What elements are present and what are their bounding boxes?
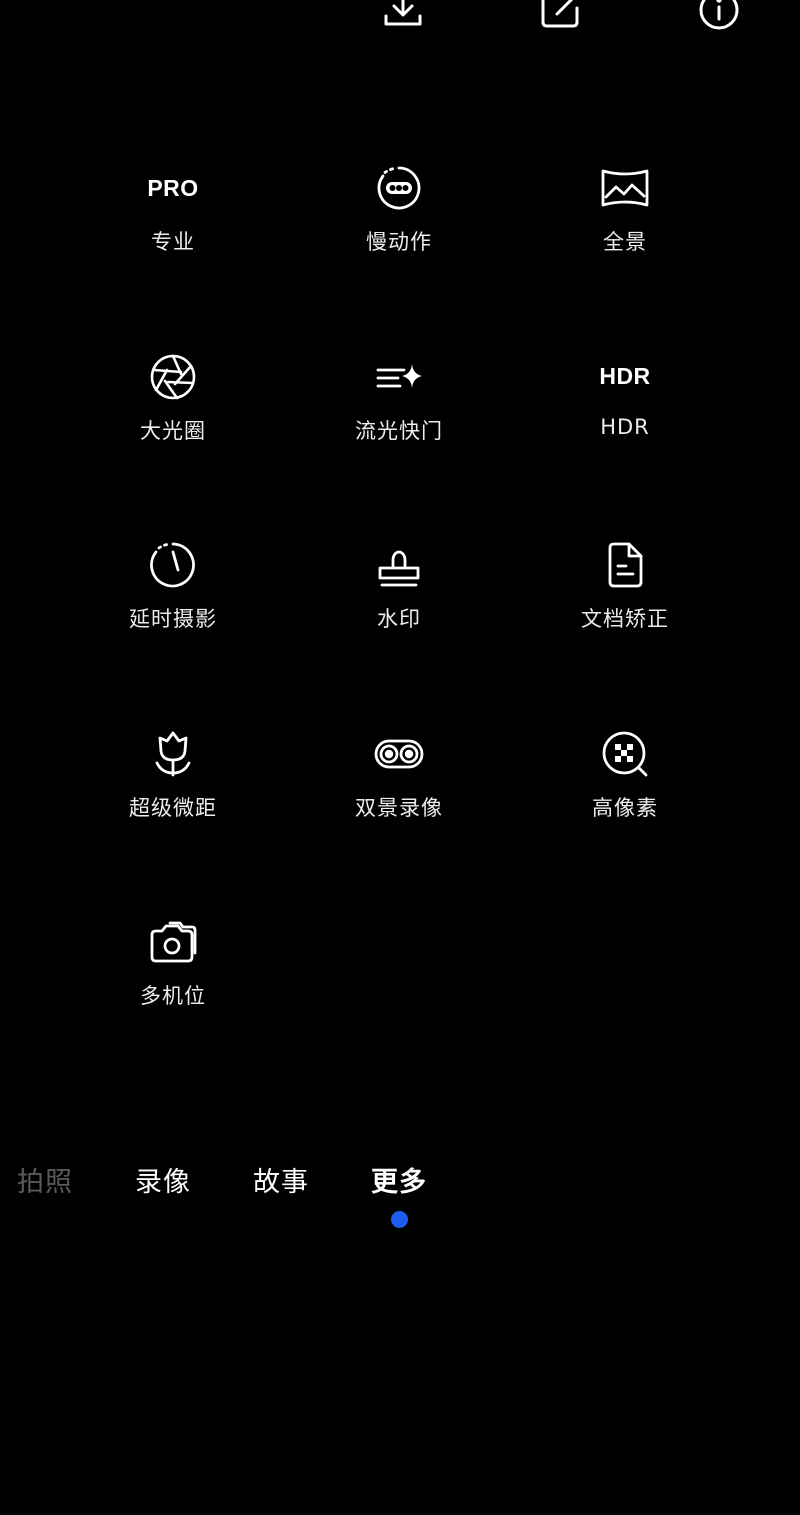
mode-light-trails[interactable]: 流光快门	[286, 349, 512, 538]
mode-label: 专业	[151, 230, 195, 254]
mode-aperture[interactable]: 大光圈	[60, 349, 286, 538]
mode-label: 慢动作	[366, 230, 432, 254]
mode-label: 全景	[603, 230, 647, 254]
info-button[interactable]	[695, 0, 743, 36]
active-tab-indicator	[391, 1211, 408, 1228]
stamp-icon	[371, 537, 427, 593]
tab-story[interactable]: 故事	[253, 1160, 309, 1199]
mode-panorama[interactable]: 全景	[512, 160, 738, 349]
aperture-icon	[145, 349, 201, 405]
mode-macro[interactable]: 超级微距	[60, 726, 286, 915]
tab-more[interactable]: 更多	[371, 1160, 427, 1199]
hdr-icon-text: HDR	[599, 363, 651, 389]
document-icon	[597, 537, 653, 593]
mode-label: 大光圈	[140, 418, 206, 443]
dual-view-icon	[371, 726, 427, 782]
mode-grid: PRO 专业 慢动作 全景 大光圈 流光快门 HDR HDR 延时摄影 水印 文…	[60, 160, 740, 1103]
mode-label: 水印	[377, 607, 421, 631]
mode-slow-motion[interactable]: 慢动作	[286, 160, 512, 349]
hdr-text-icon: HDR	[597, 349, 653, 405]
mode-pro[interactable]: PRO 专业	[60, 160, 286, 349]
mode-document[interactable]: 文档矫正	[512, 537, 738, 726]
edit-button[interactable]	[537, 0, 585, 36]
tab-video[interactable]: 录像	[135, 1160, 191, 1199]
mode-timelapse[interactable]: 延时摄影	[60, 537, 286, 726]
high-res-icon	[597, 726, 653, 782]
mode-label: 流光快门	[355, 418, 443, 443]
mode-label: 超级微距	[129, 795, 217, 820]
top-action-bar	[0, 0, 800, 36]
mode-multi-camera[interactable]: 多机位	[60, 914, 286, 1103]
mode-high-res[interactable]: 高像素	[512, 726, 738, 915]
mode-label: HDR	[600, 414, 650, 439]
slow-motion-icon	[371, 160, 427, 216]
info-icon	[697, 0, 741, 36]
mode-watermark[interactable]: 水印	[286, 537, 512, 726]
panorama-icon	[597, 160, 653, 216]
download-icon	[381, 0, 425, 36]
tab-photo[interactable]: 拍照	[17, 1160, 73, 1199]
mode-label: 多机位	[140, 984, 206, 1008]
light-trails-icon	[371, 349, 427, 405]
download-button[interactable]	[379, 0, 427, 36]
camera-mode-tabs: 拍照 录像 故事 更多	[0, 1160, 800, 1204]
edit-icon	[539, 0, 583, 36]
pro-text-icon: PRO	[145, 160, 201, 216]
mode-hdr[interactable]: HDR HDR	[512, 349, 738, 538]
mode-label: 高像素	[592, 795, 658, 820]
flower-icon	[145, 726, 201, 782]
multi-camera-icon	[145, 914, 201, 970]
mode-dual-view[interactable]: 双景录像	[286, 726, 512, 915]
mode-label: 双景录像	[355, 795, 443, 820]
pro-icon-text: PRO	[147, 174, 199, 201]
mode-label: 延时摄影	[129, 607, 217, 631]
timelapse-icon	[145, 537, 201, 593]
mode-label: 文档矫正	[581, 607, 669, 631]
